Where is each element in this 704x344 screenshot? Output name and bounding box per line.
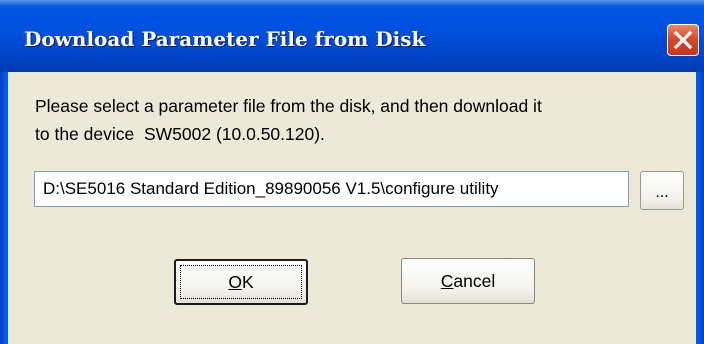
close-button[interactable] xyxy=(667,24,699,56)
dialog-title: Download Parameter File from Disk xyxy=(24,27,426,51)
window-frame-right xyxy=(696,72,704,344)
cancel-label: Cancel xyxy=(440,270,496,291)
ok-button[interactable]: OK xyxy=(174,259,308,305)
browse-label: ... xyxy=(655,183,669,201)
file-path-input[interactable] xyxy=(34,171,629,207)
cancel-button[interactable]: Cancel xyxy=(401,258,535,304)
browse-button[interactable]: ... xyxy=(640,171,684,210)
close-icon xyxy=(673,30,693,50)
title-bar[interactable]: Download Parameter File from Disk xyxy=(0,0,704,72)
window-frame-left xyxy=(0,72,8,344)
dialog-window: Download Parameter File from Disk Please… xyxy=(0,0,704,344)
dialog-message: Please select a parameter file from the … xyxy=(35,92,685,148)
focus-rectangle xyxy=(180,265,302,299)
message-line-2: to the device SW5002 (10.0.50.120). xyxy=(35,124,325,144)
message-line-1: Please select a parameter file from the … xyxy=(35,96,542,116)
